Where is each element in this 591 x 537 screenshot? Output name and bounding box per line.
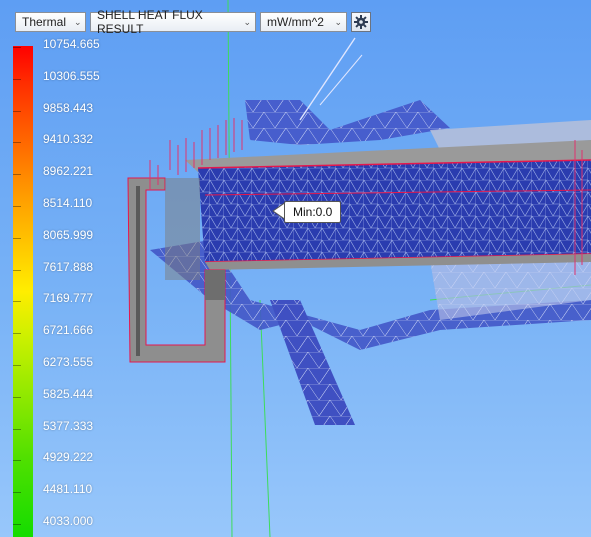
- settings-button[interactable]: [351, 12, 371, 32]
- legend-value: 4929.222: [43, 450, 94, 465]
- legend-tick: [13, 333, 21, 335]
- legend-tick: [13, 142, 21, 144]
- legend-tick: [13, 460, 21, 462]
- legend-value: 8065.999: [43, 227, 94, 242]
- chevron-down-icon: ⌄: [334, 16, 342, 27]
- result-toolbar: Thermal ⌄ SHELL HEAT FLUX RESULT ⌄ mW/mm…: [15, 8, 371, 36]
- legend-value: 4481.110: [43, 482, 93, 497]
- legend-tick: [13, 78, 21, 80]
- min-probe-text: Min:0.0: [284, 201, 342, 223]
- legend-value: 10754.665: [43, 37, 100, 51]
- unit-dropdown[interactable]: mW/mm^2 ⌄: [260, 12, 347, 32]
- legend-tick: [13, 301, 21, 303]
- legend-value: 9410.332: [43, 132, 94, 147]
- color-legend-bar: [13, 46, 33, 537]
- legend-tick: [13, 174, 21, 176]
- axis-line-vertical-2: [259, 299, 271, 537]
- legend-tick: [13, 269, 21, 271]
- legend-value: 4033.000: [43, 514, 94, 528]
- upper-mesh-fragments: [245, 37, 591, 150]
- unit-value: mW/mm^2: [267, 15, 324, 29]
- gear-icon: [354, 15, 368, 29]
- main-beam: [185, 140, 591, 270]
- result-type-value: SHELL HEAT FLUX RESULT: [97, 8, 203, 36]
- legend-tick: [13, 492, 21, 494]
- chevron-down-icon: ⌄: [243, 16, 251, 27]
- legend-tick: [13, 47, 21, 48]
- legend-value: 8514.110: [43, 196, 93, 210]
- legend-value: 9858.443: [43, 100, 94, 115]
- legend-tick: [13, 396, 21, 398]
- result-type-dropdown[interactable]: SHELL HEAT FLUX RESULT ⌄: [90, 8, 256, 36]
- legend-tick: [13, 365, 21, 366]
- chevron-down-icon: ⌄: [74, 16, 82, 27]
- legend-tick: [13, 428, 21, 430]
- legend-tick: [13, 110, 21, 112]
- legend-value: 6273.555: [43, 355, 94, 369]
- legend-value: 5377.333: [43, 418, 94, 433]
- legend-value: 7169.777: [43, 291, 94, 306]
- analysis-type-dropdown[interactable]: Thermal ⌄: [15, 12, 86, 32]
- legend-tick: [13, 524, 21, 525]
- legend-tick: [13, 237, 21, 239]
- legend-value: 7617.888: [43, 259, 94, 274]
- legend-value: 8962.221: [43, 164, 94, 179]
- legend-value: 6721.666: [43, 323, 94, 338]
- analysis-type-value: Thermal: [22, 15, 67, 29]
- legend-tick: [13, 206, 21, 207]
- model-viewport[interactable]: Thermal ⌄ SHELL HEAT FLUX RESULT ⌄ mW/mm…: [0, 0, 591, 537]
- legend-value: 10306.555: [43, 68, 100, 83]
- legend-value: 5825.444: [43, 386, 94, 401]
